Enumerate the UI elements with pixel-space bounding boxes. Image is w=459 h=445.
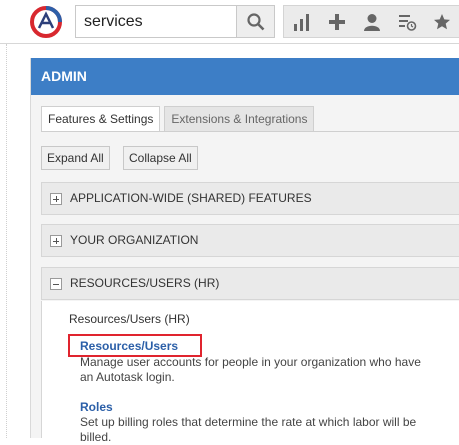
roles-link[interactable]: Roles	[80, 400, 113, 414]
top-bar	[0, 0, 459, 44]
admin-tabs: Features & Settings Extensions & Integra…	[41, 106, 318, 132]
reports-button[interactable]	[284, 6, 319, 37]
star-icon	[433, 13, 450, 29]
favorites-button[interactable]	[424, 6, 459, 37]
resources-users-description: Manage user accounts for people in your …	[80, 355, 421, 384]
autotask-logo[interactable]	[30, 6, 62, 38]
search-box	[75, 5, 275, 38]
expand-all-button[interactable]: Expand All	[41, 146, 110, 170]
section-application-wide[interactable]: APPLICATION-WIDE (SHARED) FEATURES	[41, 182, 459, 215]
timesheet-icon	[398, 14, 416, 31]
user-button[interactable]	[354, 6, 389, 37]
section-your-organization[interactable]: YOUR ORGANIZATION	[41, 224, 459, 257]
expand-icon[interactable]	[50, 193, 62, 205]
highlight-box	[68, 334, 202, 357]
timesheet-button[interactable]	[389, 6, 424, 37]
admin-header: ADMIN	[31, 58, 459, 95]
search-icon	[246, 12, 264, 30]
tab-features-settings[interactable]: Features & Settings	[41, 106, 161, 132]
section-title: APPLICATION-WIDE (SHARED) FEATURES	[70, 191, 312, 205]
search-input[interactable]	[76, 6, 236, 37]
tab-extensions-integrations[interactable]: Extensions & Integrations	[164, 106, 315, 132]
plus-icon	[328, 13, 345, 30]
user-icon	[363, 13, 380, 31]
section-title: YOUR ORGANIZATION	[70, 233, 199, 247]
quick-toolbar	[283, 5, 459, 38]
subsection-heading: Resources/Users (HR)	[69, 312, 190, 326]
search-button[interactable]	[236, 6, 274, 37]
section-resources-users[interactable]: RESOURCES/USERS (HR)	[41, 267, 459, 300]
roles-description: Set up billing roles that determine the …	[80, 415, 417, 444]
collapse-all-button[interactable]: Collapse All	[123, 146, 198, 170]
left-rail	[0, 44, 7, 438]
new-item-button[interactable]	[319, 6, 354, 37]
tab-divider	[41, 131, 459, 132]
collapse-icon[interactable]	[50, 278, 62, 290]
section-title: RESOURCES/USERS (HR)	[70, 276, 220, 290]
bar-chart-icon	[293, 13, 309, 31]
expand-icon[interactable]	[50, 235, 62, 247]
